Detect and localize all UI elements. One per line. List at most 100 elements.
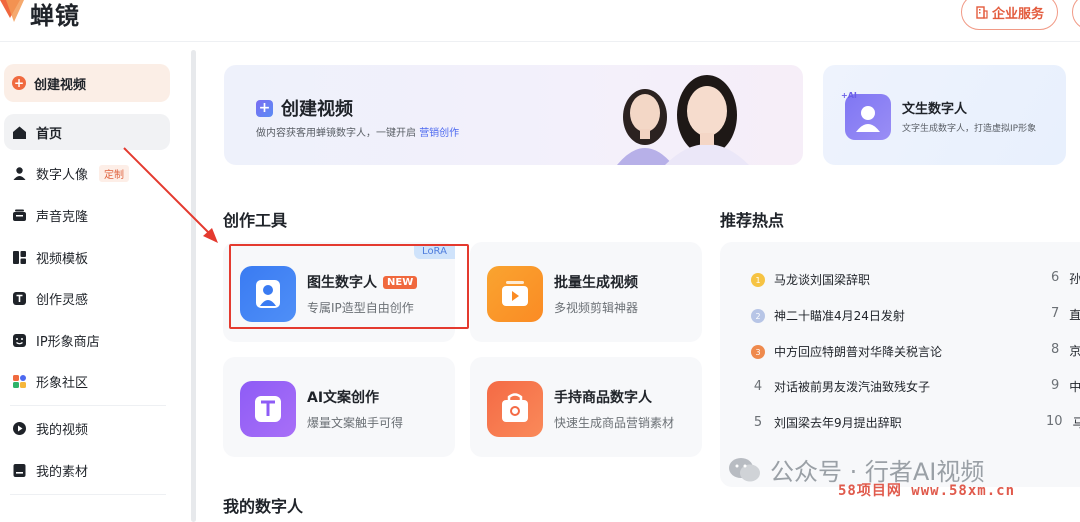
- logo-icon: [0, 0, 24, 22]
- hot-item[interactable]: 1 马龙谈刘国梁辞职: [750, 270, 870, 288]
- sidebar-item-label: 数字人像: [36, 167, 89, 183]
- silver-medal-icon: 2: [750, 306, 766, 324]
- hot-item-text: 神二十瞄准4月24日发射: [774, 308, 905, 323]
- hot-item-text: 直: [1069, 308, 1080, 322]
- account-button[interactable]: [1072, 0, 1080, 30]
- side-card-title: 文生数字人: [902, 102, 968, 117]
- shopping-bag-icon: [487, 381, 543, 437]
- hot-item-text: 中方回应特朗普对华降关税言论: [774, 344, 943, 359]
- hot-rank: 9: [1051, 378, 1060, 393]
- hot-item[interactable]: 9中: [1051, 378, 1080, 395]
- tool-card-ai-copywriting[interactable]: AI文案创作 爆量文案触手可得: [223, 357, 455, 457]
- hot-rank: 7: [1051, 306, 1060, 321]
- sidebar-item-label: 声音克隆: [36, 209, 89, 225]
- sidebar-divider: [10, 405, 166, 406]
- hot-item[interactable]: 7直: [1051, 306, 1080, 323]
- hot-rank: 10: [1046, 414, 1063, 429]
- sidebar-item-voice-clone[interactable]: 声音克隆: [4, 197, 170, 233]
- sidebar: + 创建视频 首页 数字人像 定制 声音克隆 视频模板 创作灵感 IP形象商店 …: [0, 42, 200, 514]
- face-icon: [11, 332, 27, 348]
- hot-rank: 6: [1051, 270, 1060, 285]
- tool-title-text: AI文案创作: [307, 390, 380, 406]
- building-icon: [976, 5, 988, 19]
- sidebar-item-inspiration[interactable]: 创作灵感: [4, 280, 170, 316]
- tool-card-batch-video[interactable]: 批量生成视频 多视频剪辑神器: [470, 242, 702, 342]
- tools-section-title: 创作工具: [223, 211, 288, 230]
- sidebar-item-label: 创作灵感: [36, 292, 89, 308]
- digital-human-illustration: [617, 75, 749, 165]
- banner-subtitle-text: 做内容获客用蝉镜数字人，一键开启: [256, 128, 416, 139]
- hot-item[interactable]: 10 马: [1046, 414, 1080, 431]
- enterprise-service-label: 企业服务: [991, 6, 1044, 22]
- sidebar-item-label: 首页: [36, 126, 63, 142]
- svg-text:2: 2: [755, 312, 760, 321]
- sidebar-item-home[interactable]: 首页: [4, 114, 170, 150]
- banner-title: + 创建视频: [256, 95, 353, 121]
- sidebar-item-my-assets[interactable]: 我的素材: [4, 452, 170, 488]
- create-video-label: 创建视频: [34, 77, 87, 93]
- tool-title-text: 手持商品数字人: [554, 390, 652, 406]
- sidebar-item-label: 我的素材: [36, 464, 89, 480]
- custom-tag: 定制: [99, 164, 130, 182]
- tool-title: AI文案创作: [307, 387, 379, 407]
- marketing-link[interactable]: 营销创作: [419, 128, 459, 139]
- sidebar-scrollbar[interactable]: [191, 50, 196, 522]
- tool-title-text: 批量生成视频: [554, 275, 638, 291]
- hot-item[interactable]: 6孙: [1051, 270, 1080, 287]
- plus-icon: +: [256, 99, 273, 117]
- tool-subtitle: 多视频剪辑神器: [554, 301, 639, 315]
- svg-text:3: 3: [755, 348, 760, 357]
- my-avatars-section-title: 我的数字人: [223, 497, 304, 516]
- banner-title-text: 创建视频: [281, 99, 353, 120]
- community-icon: [11, 373, 27, 389]
- sidebar-item-ip-store[interactable]: IP形象商店: [4, 322, 170, 358]
- ai-avatar-icon: [845, 94, 891, 140]
- hot-item[interactable]: 4 对话被前男友泼汽油致残女子: [750, 378, 930, 395]
- hot-item-text: 京: [1069, 344, 1080, 358]
- hot-item[interactable]: 3 中方回应特朗普对华降关税言论: [750, 342, 942, 360]
- highlight-box: [229, 244, 469, 329]
- hot-item-text: 刘国梁去年9月提出辞职: [774, 416, 902, 430]
- hot-item-text: 中: [1069, 380, 1080, 394]
- side-card-subtitle: 文字生成数字人，打造虚拟IP形象: [902, 124, 1037, 134]
- tool-subtitle: 快速生成商品营销素材: [554, 416, 675, 430]
- template-icon: [11, 249, 27, 265]
- hot-rank: 5: [753, 415, 763, 430]
- video-stack-icon: [487, 266, 543, 322]
- folder-icon: [11, 462, 27, 478]
- person-icon: [11, 165, 27, 181]
- top-bar: 蝉镜 企业服务: [0, 0, 1080, 42]
- tool-card-product-avatar[interactable]: 手持商品数字人 快速生成商品营销素材: [470, 357, 702, 457]
- hot-section-title: 推荐热点: [720, 211, 785, 230]
- sidebar-item-label: 我的视频: [36, 422, 89, 438]
- bronze-medal-icon: 3: [750, 342, 766, 360]
- plus-icon: +: [12, 76, 26, 90]
- hot-item[interactable]: 2 神二十瞄准4月24日发射: [750, 306, 905, 324]
- create-video-button[interactable]: + 创建视频: [4, 64, 170, 102]
- sidebar-item-community[interactable]: 形象社区: [4, 363, 170, 399]
- tool-subtitle: 爆量文案触手可得: [307, 416, 404, 430]
- hot-item[interactable]: 8京: [1051, 342, 1080, 359]
- gold-medal-icon: 1: [750, 270, 766, 288]
- sidebar-item-video-templates[interactable]: 视频模板: [4, 239, 170, 275]
- sidebar-item-my-videos[interactable]: 我的视频: [4, 410, 170, 446]
- enterprise-service-button[interactable]: 企业服务: [961, 0, 1058, 30]
- hot-item[interactable]: 5 刘国梁去年9月提出辞职: [750, 414, 902, 431]
- sidebar-item-digital-avatar[interactable]: 数字人像 定制: [4, 155, 170, 191]
- sidebar-item-label: 形象社区: [36, 375, 89, 391]
- text-t-icon: [240, 381, 296, 437]
- wechat-icon: [729, 457, 760, 481]
- watermark-url: 58项目网 www.58xm.cn: [838, 483, 1016, 499]
- home-icon: [11, 124, 27, 140]
- tool-title: 批量生成视频: [554, 272, 638, 292]
- app-name: 蝉镜: [30, 2, 80, 30]
- text-to-avatar-card[interactable]: +AI 文生数字人 文字生成数字人，打造虚拟IP形象: [823, 65, 1066, 165]
- sidebar-item-label: IP形象商店: [36, 334, 100, 350]
- hot-item-text: 马龙谈刘国梁辞职: [774, 272, 871, 287]
- ai-badge: +AI: [841, 91, 857, 100]
- hot-rank: 8: [1051, 342, 1060, 357]
- sidebar-divider: [10, 494, 166, 495]
- hot-item-text: 孙: [1069, 272, 1080, 286]
- hot-rank: 4: [753, 379, 763, 394]
- create-video-banner[interactable]: + 创建视频 做内容获客用蝉镜数字人，一键开启 营销创作: [224, 65, 803, 165]
